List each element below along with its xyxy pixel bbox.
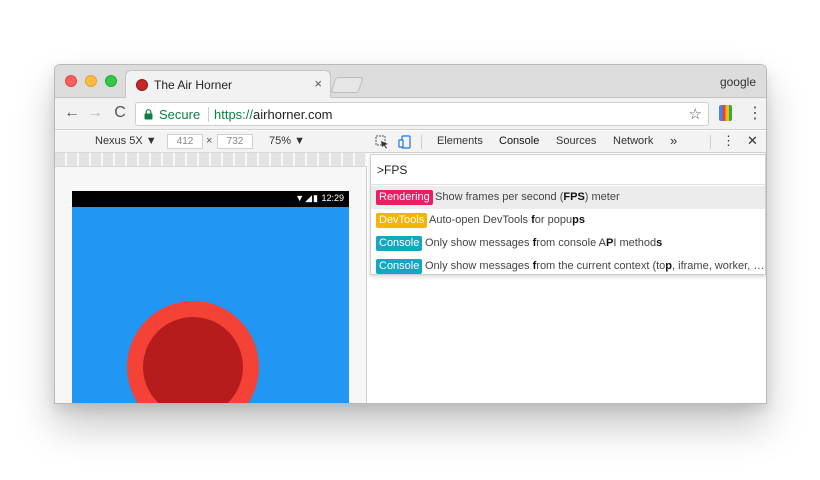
badge-rendering: Rendering	[376, 190, 433, 205]
device-status-bar: ▼◢▮ 12:29	[72, 191, 349, 207]
command-menu-input[interactable]: >FPS	[371, 155, 765, 185]
extension-icon[interactable]	[719, 105, 732, 121]
command-result-text: Only show messages from console API meth…	[425, 237, 663, 249]
airhorner-favicon-icon	[136, 79, 148, 91]
badge-console: Console	[376, 236, 423, 251]
tab-console[interactable]: Console	[499, 135, 539, 147]
devtools-pane: Elements Console Sources Network » ⋮ ✕ >…	[367, 131, 766, 403]
device-width-input[interactable]: 412	[167, 134, 203, 149]
status-icons: ▼◢▮	[295, 193, 319, 203]
command-result-text: Auto-open DevTools for popups	[429, 214, 585, 226]
badge-console: Console	[376, 259, 423, 274]
tab-sources[interactable]: Sources	[556, 135, 596, 147]
forward-arrow-icon[interactable]: →	[86, 104, 104, 122]
badge-devtools: DevTools	[376, 213, 428, 228]
profile-name[interactable]: google	[720, 75, 756, 89]
command-result-text: Show frames per second (FPS) meter	[435, 191, 620, 203]
browser-menu-icon[interactable]: ⋮	[747, 103, 763, 123]
media-query-ruler[interactable]	[55, 153, 367, 167]
devtools-menu-icon[interactable]: ⋮	[722, 133, 735, 149]
back-arrow-icon[interactable]: ←	[63, 104, 81, 122]
window-maximize-button[interactable]	[105, 75, 117, 87]
more-tabs-icon[interactable]: »	[670, 133, 677, 148]
toolbar: ← → C Secure https://airhorner.com ☆ ⋮	[55, 98, 766, 130]
device-toolbar-toggle-icon[interactable]	[398, 135, 412, 149]
devtools-tab-bar: Elements Console Sources Network » ⋮ ✕	[367, 131, 766, 153]
reload-icon[interactable]: C	[111, 104, 129, 122]
tab-the-air-horner[interactable]: The Air Horner ×	[125, 70, 331, 99]
tab-network[interactable]: Network	[613, 135, 653, 147]
inspect-element-icon[interactable]	[375, 135, 389, 149]
devtools-separator	[421, 135, 422, 149]
device-height-input[interactable]: 732	[217, 134, 253, 149]
lock-icon	[144, 109, 153, 120]
device-emulation-pane: Nexus 5X ▼ 412 × 732 75% ▼ ▼◢▮ 12:29	[55, 131, 367, 403]
url-host: airhorner.com	[253, 107, 333, 122]
new-tab-button[interactable]	[330, 77, 364, 93]
url-text[interactable]: https://airhorner.com	[214, 107, 333, 122]
stage: The Air Horner × google ← → C Secure htt…	[0, 0, 820, 480]
address-bar[interactable]: Secure https://airhorner.com ☆	[135, 102, 709, 126]
tab-title: The Air Horner	[154, 78, 233, 92]
tab-strip: The Air Horner × google	[55, 65, 766, 99]
devtools-separator	[710, 135, 711, 149]
window-minimize-button[interactable]	[85, 75, 97, 87]
secure-label: Secure	[159, 107, 201, 122]
command-menu: >FPS Rendering Show frames per second (F…	[370, 154, 766, 275]
command-result-item[interactable]: Console Only show messages from console …	[371, 232, 765, 255]
status-time: 12:29	[321, 193, 344, 203]
command-result-item[interactable]: DevTools Auto-open DevTools for popups	[371, 209, 765, 232]
bookmark-star-icon[interactable]: ☆	[689, 105, 702, 123]
device-select[interactable]: Nexus 5X ▼	[95, 135, 157, 147]
devtools-close-icon[interactable]: ✕	[747, 133, 758, 149]
url-scheme: https://	[214, 107, 254, 122]
browser-window: The Air Horner × google ← → C Secure htt…	[54, 64, 767, 404]
device-toolbar: Nexus 5X ▼ 412 × 732 75% ▼	[55, 131, 367, 153]
command-result-item[interactable]: Console Only show messages from the curr…	[371, 255, 765, 278]
command-result-text: Only show messages from the current cont…	[425, 260, 765, 272]
tab-close-icon[interactable]: ×	[314, 76, 322, 91]
window-close-button[interactable]	[65, 75, 77, 87]
address-separator	[208, 107, 209, 122]
tab-elements[interactable]: Elements	[437, 135, 483, 147]
dimension-times: ×	[206, 135, 213, 147]
command-result-item[interactable]: Rendering Show frames per second (FPS) m…	[371, 186, 765, 209]
zoom-select[interactable]: 75% ▼	[269, 135, 305, 147]
